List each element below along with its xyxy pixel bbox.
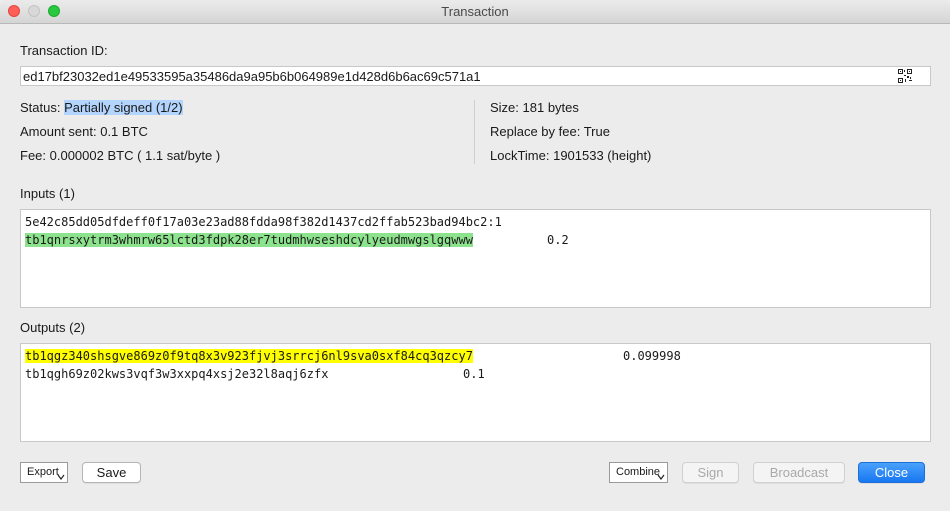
fee: Fee: 0.000002 BTC ( 1.1 sat/byte )	[20, 148, 221, 163]
combine-dropdown[interactable]: Combine	[609, 462, 668, 483]
broadcast-button[interactable]: Broadcast	[753, 462, 845, 483]
combine-label: Combine	[616, 466, 661, 478]
outputs-list[interactable]: tb1qgz340shsgve869z0f9tq8x3v923fjvj3srrc…	[20, 343, 931, 442]
window-title: Transaction	[441, 4, 509, 19]
qrcode-icon[interactable]	[898, 69, 912, 83]
export-label: Export	[27, 466, 59, 478]
status-label: Status:	[20, 100, 65, 115]
replace-by-fee: Replace by fee: True	[490, 124, 610, 139]
status-badge: Partially signed (1/2)	[64, 100, 183, 115]
inputs-label: Inputs (1)	[20, 186, 75, 201]
transaction-window: Transaction Transaction ID: ed17bf23032e…	[0, 0, 950, 511]
input-address[interactable]: tb1qnrsxytrm3whmrw65lctd3fdpk28er7tudmhw…	[25, 233, 473, 247]
export-dropdown[interactable]: Export	[20, 462, 68, 483]
output-address-change[interactable]: tb1qgz340shsgve869z0f9tq8x3v923fjvj3srrc…	[25, 349, 473, 363]
locktime: LockTime: 1901533 (height)	[490, 148, 652, 163]
list-item[interactable]: tb1qgh69z02kws3vqf3w3xxpq4xsj2e32l8aqj6z…	[25, 367, 328, 381]
details-divider	[474, 100, 475, 164]
status-line: Status: Partially signed (1/2)	[20, 100, 183, 115]
output-amount: 0.099998	[623, 349, 681, 363]
txid-value[interactable]: ed17bf23032ed1e49533595a35486da9a95b6b06…	[23, 69, 481, 84]
inputs-list[interactable]: 5e42c85dd05dfdeff0f17a03e23ad88fdda98f38…	[20, 209, 931, 308]
chevron-down-icon	[57, 474, 65, 480]
output-address[interactable]: tb1qgh69z02kws3vqf3w3xxpq4xsj2e32l8aqj6z…	[25, 367, 328, 381]
txid-field[interactable]: ed17bf23032ed1e49533595a35486da9a95b6b06…	[20, 66, 931, 86]
input-prevout[interactable]: 5e42c85dd05dfdeff0f17a03e23ad88fdda98f38…	[25, 215, 502, 229]
title-bar: Transaction	[0, 0, 950, 24]
size: Size: 181 bytes	[490, 100, 579, 115]
outputs-label: Outputs (2)	[20, 320, 86, 335]
amount-sent: Amount sent: 0.1 BTC	[20, 124, 148, 139]
list-item[interactable]: tb1qnrsxytrm3whmrw65lctd3fdpk28er7tudmhw…	[25, 233, 473, 247]
txid-label: Transaction ID:	[20, 43, 108, 58]
save-button[interactable]: Save	[82, 462, 141, 483]
list-item[interactable]: tb1qgz340shsgve869z0f9tq8x3v923fjvj3srrc…	[25, 349, 473, 363]
close-button[interactable]: Close	[858, 462, 925, 483]
chevron-down-icon	[657, 474, 665, 480]
input-amount: 0.2	[547, 233, 569, 247]
output-amount: 0.1	[463, 367, 485, 381]
sign-button[interactable]: Sign	[682, 462, 739, 483]
